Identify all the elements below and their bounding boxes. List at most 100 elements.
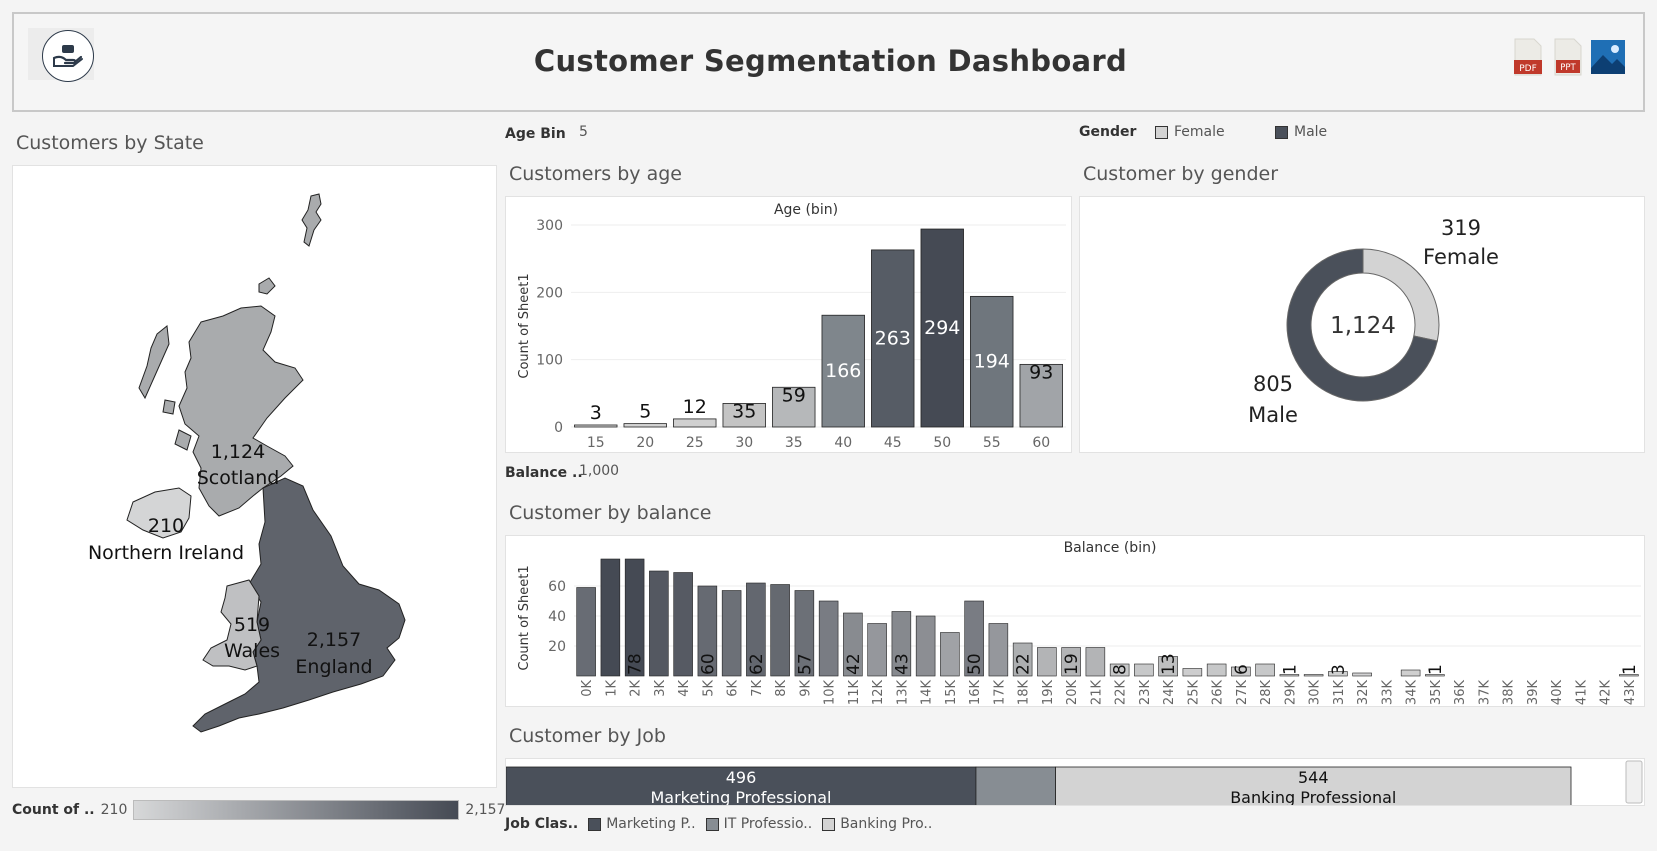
it-legend-text: IT Professio.. [723,816,813,832]
balance-bin-input[interactable]: 1,000 [579,463,619,479]
balance-bar [1255,663,1275,677]
balance-x-tick: 15K [944,680,959,706]
banking-swatch [822,817,836,831]
job-legend-it[interactable]: IT Professio.. [705,816,813,832]
balance-x-tick: 11K [847,680,862,706]
job-legend-marketing[interactable]: Marketing P.. [588,816,696,832]
age-x-tick: 35 [785,435,803,451]
balance-bar [770,584,790,677]
age-chart[interactable]: Age (bin) Count of Sheet1 0 100 200 300 3 15 5 20… [505,196,1072,453]
balance-x-tick: 14K [920,680,935,706]
balance-bar [1303,674,1324,677]
age-data-label: 93 [1029,361,1053,383]
age-data-label: 166 [825,360,861,382]
balance-data-label: 57 [795,653,815,675]
balance-data-label: 60 [698,653,718,675]
age-data-label: 35 [732,400,756,422]
balance-x-tick: 21K [1089,680,1104,706]
balance-x-tick: 36K [1453,680,1468,706]
job-scrollbar [1625,760,1643,804]
balance-x-tick: 24K [1162,680,1177,706]
age-bin-input[interactable]: 5 [579,124,588,140]
job-section-title: Customer by Job [509,725,666,747]
balance-bar [867,623,887,677]
balance-data-label: 42 [844,653,864,675]
gender-option-male[interactable]: Male [1275,124,1327,140]
job-value-label: 496 [726,768,757,787]
balance-data-label: 8 [1111,664,1131,675]
balance-x-tick: 6K [726,680,741,697]
age-bar [574,424,618,428]
balance-x-tick: 27K [1235,680,1250,706]
marketing-swatch [588,817,602,831]
age-y-tick: 300 [536,218,563,234]
balance-x-tick: 20K [1065,680,1080,706]
ppt-icon[interactable]: PPT [1554,38,1582,76]
balance-x-tick: 23K [1138,680,1153,706]
female-label: Female [1423,245,1499,269]
balance-x-tick: 7K [750,680,765,697]
job-chart[interactable]: 496 Marketing Professional 544 Banking Prof… [505,758,1645,806]
job-legend-banking[interactable]: Banking Pro.. [822,816,932,832]
england-value: 2,157 [307,629,361,651]
image-icon[interactable] [1590,38,1626,76]
balance-bar [600,558,621,677]
legend-min: 210 [100,802,128,818]
age-x-tick: 15 [587,435,605,451]
balance-bar [940,632,960,677]
state-color-legend: Count of .. 210 2,157 [12,800,505,820]
balance-bar [1352,672,1372,677]
age-y-tick: 200 [536,285,563,301]
balance-data-label: 1 [1426,664,1446,675]
gender-total: 1,124 [1330,313,1396,339]
balance-x-tick: 32K [1356,680,1371,706]
balance-bar [1182,668,1203,677]
balance-data-label: 19 [1062,653,1082,675]
age-y-tick: 0 [554,420,563,436]
balance-section-title: Customer by balance [509,502,712,524]
balance-x-tick: 5K [701,680,716,697]
it-swatch [705,817,719,831]
balance-x-tick: 34K [1405,680,1420,706]
gender-chart[interactable]: 1,124 319 Female 805 Male [1079,196,1645,453]
balance-data-label: 1 [1280,664,1300,675]
balance-data-label: 43 [892,653,912,675]
age-x-tick: 60 [1032,435,1050,451]
age-x-tick: 50 [933,435,951,451]
legend-gradient [133,800,460,820]
balance-bar [988,623,1009,677]
balance-chart[interactable]: Balance (bin) Count of Sheet1 20 40 60 0K 1K 78… [505,535,1645,707]
age-chart-title: Age (bin) [774,202,838,218]
balance-data-label: 50 [965,653,985,675]
page-title: Customer Segmentation Dashboard [533,44,1128,78]
age-data-label: 59 [782,384,806,406]
balance-data-label: 1 [1620,664,1640,675]
pdf-label: PDF [1519,64,1537,74]
balance-x-tick: 8K [774,680,789,697]
female-option-label: Female [1174,124,1225,140]
balance-x-tick: 4K [677,680,692,697]
balance-bar [673,572,693,677]
age-data-label: 263 [875,327,911,349]
balance-x-tick: 10K [823,680,838,706]
balance-x-tick: 41K [1574,680,1589,706]
balance-x-tick: 42K [1599,680,1614,706]
age-x-tick: 20 [636,435,654,451]
age-x-tick: 30 [735,435,753,451]
pdf-icon[interactable]: PDF [1514,38,1542,76]
balance-x-tick: 30K [1308,680,1323,706]
state-section-title: Customers by State [16,132,204,154]
balance-bar [915,615,936,677]
balance-x-tick: 35K [1429,680,1444,706]
age-section-title: Customers by age [509,163,682,185]
balance-x-tick: 17K [992,680,1007,706]
balance-x-tick: 3K [653,680,668,697]
balance-x-tick: 18K [1017,680,1032,706]
balance-x-tick: 33K [1380,680,1395,706]
balance-bar [1037,647,1057,677]
state-map[interactable]: 1,124 Scotland 210 Northern Ireland 519 … [12,165,497,788]
balance-bin-label: Balance .. [505,465,583,481]
gender-option-female[interactable]: Female [1155,124,1225,140]
job-legend: Job Clas.. Marketing P.. IT Professio.. … [505,816,932,832]
balance-x-tick: 28K [1259,680,1274,706]
